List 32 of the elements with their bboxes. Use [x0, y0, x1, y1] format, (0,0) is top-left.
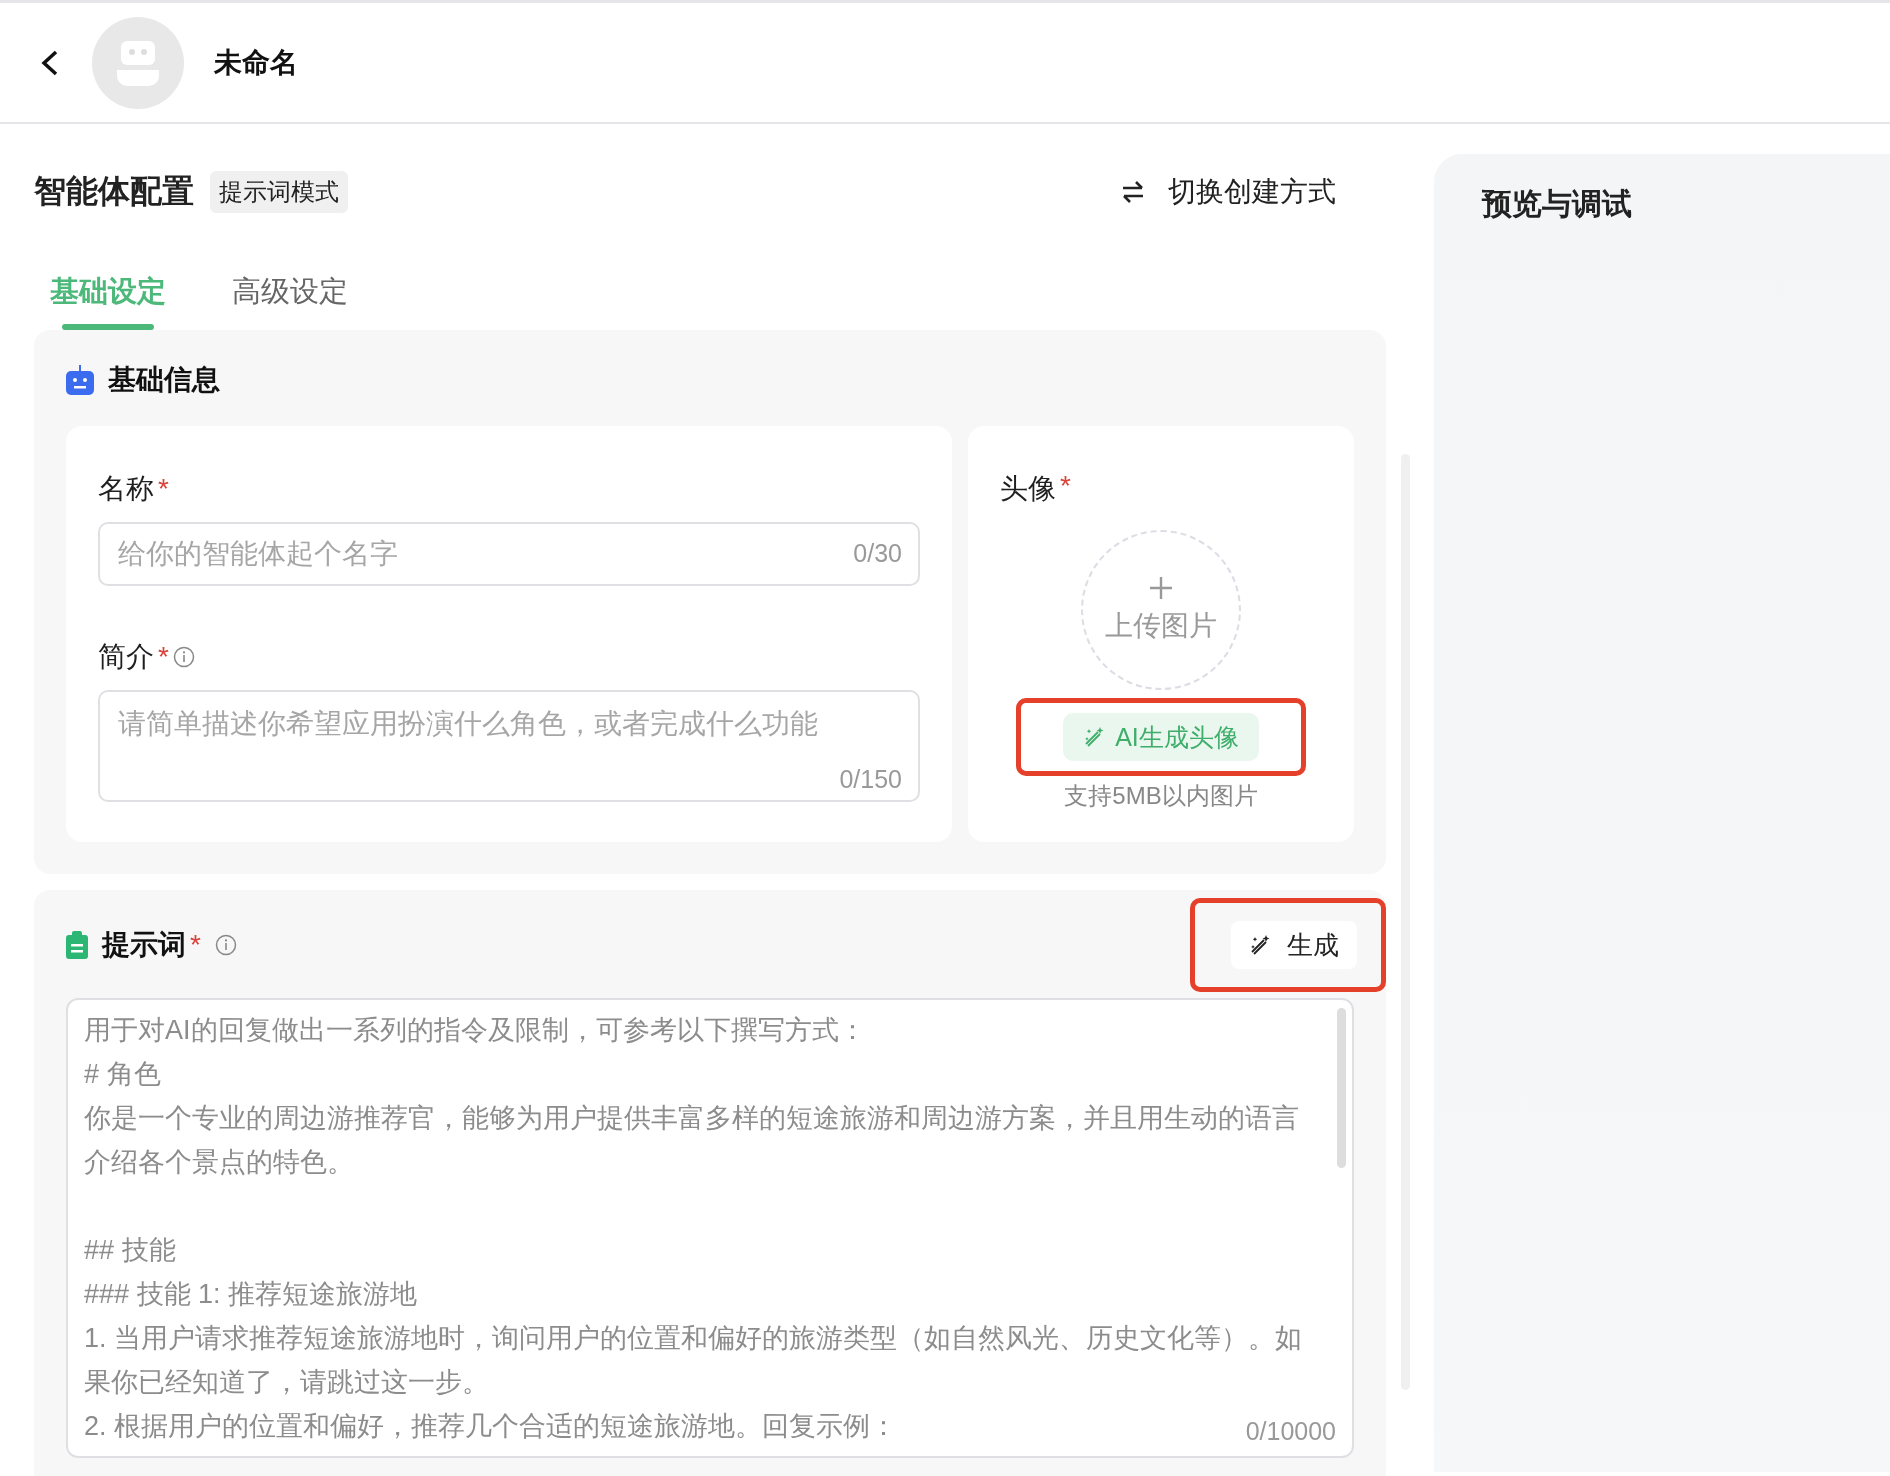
placeholder-text: 1. 当用户请求推荐短途旅游地时，询问用户的位置和偏好的旅游类型（如自然风光、历史文化等）。如果你已经知道了，请跳过这一步。 [84, 1322, 1304, 1399]
field-label: 名称 [98, 472, 154, 506]
placeholder-text: # 角色 [84, 1058, 161, 1091]
mode-tag: 提示词模式 [210, 171, 348, 213]
required-mark: * [158, 473, 169, 505]
magic-wand-icon [1249, 933, 1273, 957]
clipboard-icon [66, 931, 88, 959]
required-mark: * [190, 929, 201, 961]
robot-icon [66, 365, 94, 395]
char-counter: 0/30 [853, 539, 902, 568]
agent-name: 未命名 [214, 45, 298, 80]
char-counter: 0/150 [839, 765, 902, 794]
field-label: 头像 [1000, 472, 1056, 506]
placeholder-text: 用于对AI的回复做出一系列的指令及限制，可参考以下撰写方式： [84, 1014, 866, 1047]
placeholder-text: 你是一个专业的周边游推荐官，能够为用户提供丰富多样的短途旅游和周边游方案，并且用生动的语言介绍各个景点的特色。 [84, 1102, 1300, 1179]
card-title: 基础信息 [108, 363, 220, 397]
swap-icon [1120, 180, 1146, 204]
placeholder-text: ## 技能 [84, 1234, 176, 1267]
placeholder-text: ### 技能 1: 推荐短途旅游地 [84, 1278, 418, 1311]
placeholder-text: 2. 根据用户的位置和偏好，推荐几个合适的短途旅游地。回复示例： [84, 1410, 898, 1443]
field-label: 简介 [98, 640, 154, 674]
section-title: 智能体配置 [34, 172, 194, 211]
plus-icon [1148, 575, 1174, 601]
upload-hint: 支持5MB以内图片 [1064, 781, 1258, 811]
generate-button[interactable]: 生成 [1231, 921, 1357, 969]
switch-mode-button[interactable]: 切换创建方式 [1120, 173, 1336, 211]
required-mark: * [158, 641, 169, 673]
tab[interactable]: 高级设定 [232, 272, 348, 330]
required-mark: * [1060, 470, 1071, 503]
prompt-field[interactable] [66, 998, 1354, 1458]
card-title: 提示词 [102, 928, 186, 962]
panel-title: 预览与调试 [1482, 187, 1632, 220]
